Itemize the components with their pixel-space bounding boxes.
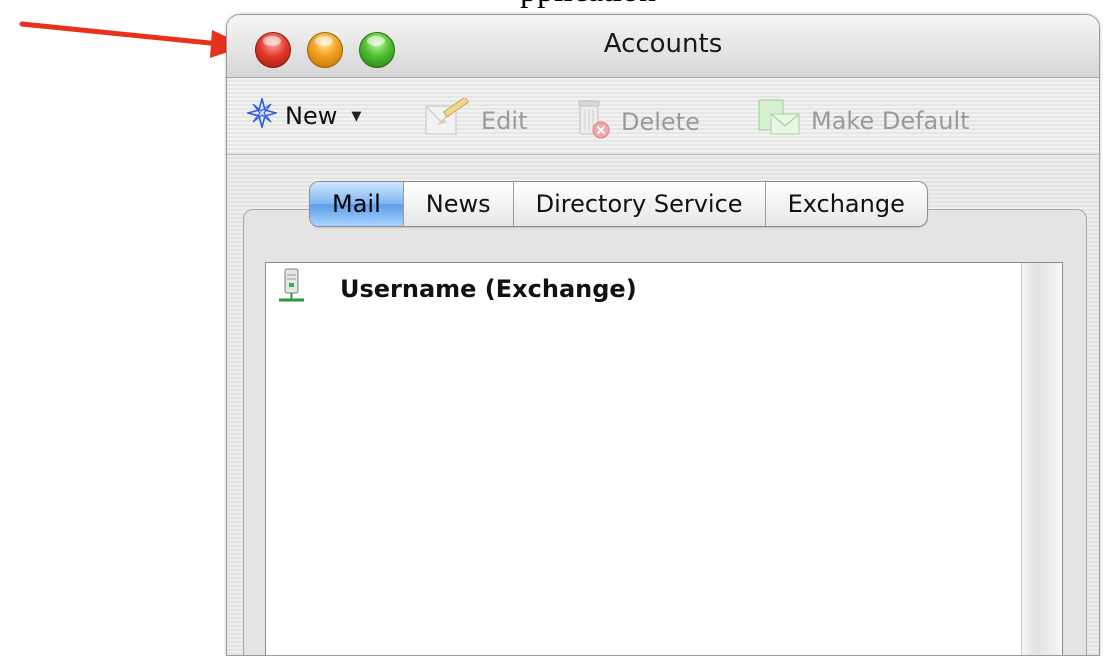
tab-news[interactable]: News	[402, 182, 513, 226]
tab-directory-service[interactable]: Directory Service	[512, 182, 765, 226]
background-document-text: pplication	[520, 0, 656, 10]
new-star-icon	[244, 95, 280, 134]
new-button[interactable]: New ▼	[244, 95, 361, 134]
scrollbar[interactable]	[1021, 263, 1062, 655]
toolbar: New ▼ Edit Delete Make Default	[227, 78, 1099, 155]
make-default-button[interactable]: Make Default	[757, 98, 970, 144]
edit-pencil-icon	[423, 96, 473, 144]
tab-exchange[interactable]: Exchange	[764, 182, 927, 226]
delete-trash-icon	[573, 98, 613, 146]
list-item[interactable]: Username (Exchange)	[276, 267, 637, 311]
account-name: Username (Exchange)	[340, 275, 637, 303]
edit-button[interactable]: Edit	[423, 96, 528, 144]
annotation-arrow	[19, 21, 246, 58]
tab-bar: Mail News Directory Service Exchange	[309, 181, 928, 227]
window-title: Accounts	[603, 29, 723, 59]
delete-label: Delete	[621, 108, 700, 136]
delete-button[interactable]: Delete	[573, 98, 700, 146]
server-icon	[276, 267, 306, 311]
tab-mail[interactable]: Mail	[310, 182, 403, 226]
new-dropdown-arrow-icon[interactable]: ▼	[351, 109, 361, 124]
accounts-window: Accounts New ▼ Edit Delete Make Default …	[226, 14, 1100, 656]
account-list[interactable]: Username (Exchange)	[265, 262, 1063, 655]
edit-label: Edit	[481, 107, 528, 135]
make-default-label: Make Default	[811, 107, 970, 135]
title-bar[interactable]: Accounts	[227, 15, 1099, 78]
new-label: New	[285, 102, 338, 130]
make-default-icon	[757, 98, 803, 144]
